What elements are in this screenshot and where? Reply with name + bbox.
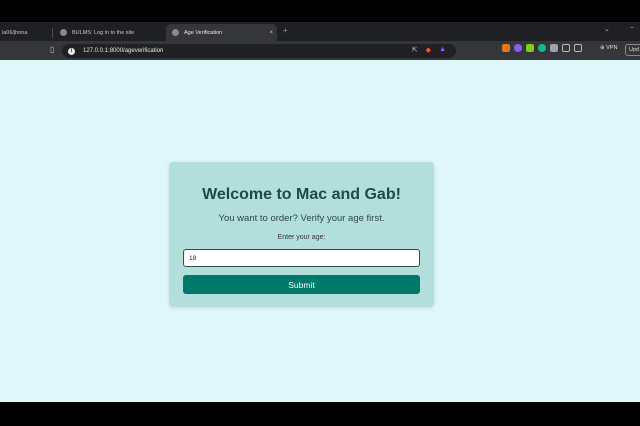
brave-shield-icon[interactable]: ◆ xyxy=(426,46,431,54)
globe-icon xyxy=(172,29,179,36)
page-title: Welcome to Mac and Gab! xyxy=(202,186,401,203)
bookmark-icon[interactable]: ▯ xyxy=(50,45,54,54)
tab-title: Age Verification xyxy=(184,29,223,36)
age-label: Enter your age: xyxy=(277,234,326,241)
update-button[interactable]: Upd xyxy=(625,44,640,56)
metamask-icon[interactable] xyxy=(502,44,510,52)
address-bar-icons: ⇱ ◆ ▲ xyxy=(412,46,446,54)
extension-puzzle-icon[interactable] xyxy=(550,44,558,52)
page-viewport: Welcome to Mac and Gab! You want to orde… xyxy=(0,60,640,402)
age-input[interactable] xyxy=(183,249,420,267)
tab-title: ia06/jhona xyxy=(2,29,28,36)
extension-leaf-icon[interactable] xyxy=(526,44,534,52)
screen: ia06/jhona BULMS: Log in to the site Age… xyxy=(0,0,640,426)
share-icon[interactable]: ⇱ xyxy=(412,46,418,54)
sidebar-icon[interactable] xyxy=(562,44,570,52)
tab-separator xyxy=(52,28,53,38)
minimize-icon[interactable]: − xyxy=(630,25,634,33)
tab-title: BULMS: Log in to the site xyxy=(72,29,135,36)
address-bar[interactable]: i 127.0.0.1:8000/ageverification ⇱ ◆ ▲ xyxy=(62,44,456,58)
extension-icon[interactable] xyxy=(514,44,522,52)
site-favicon-icon xyxy=(60,29,67,36)
tab-close-icon[interactable]: × xyxy=(269,30,273,36)
tab-github[interactable]: ia06/jhona xyxy=(0,24,48,41)
tab-bar: ia06/jhona BULMS: Log in to the site Age… xyxy=(0,22,640,41)
submit-button[interactable]: Submit xyxy=(183,275,420,294)
page-subtitle: You want to order? Verify your age first… xyxy=(218,213,385,224)
new-tab-button[interactable]: + xyxy=(283,26,288,35)
vpn-label: VPN xyxy=(606,45,618,51)
site-info-icon[interactable]: i xyxy=(68,47,75,55)
vpn-button[interactable]: ⊕ VPN xyxy=(600,45,617,51)
age-verification-card: Welcome to Mac and Gab! You want to orde… xyxy=(169,162,434,307)
tab-search-icon[interactable]: ⌄ xyxy=(604,25,610,33)
browser-toolbar: ▯ i 127.0.0.1:8000/ageverification ⇱ ◆ ▲… xyxy=(0,41,640,60)
brave-rewards-icon[interactable]: ▲ xyxy=(439,46,446,54)
grammarly-icon[interactable] xyxy=(538,44,546,52)
window-controls: ⌄ − xyxy=(604,25,634,33)
address-url[interactable]: 127.0.0.1:8000/ageverification xyxy=(83,48,163,54)
extensions-area xyxy=(502,44,582,52)
wallet-icon[interactable] xyxy=(574,44,582,52)
tab-bulms[interactable]: BULMS: Log in to the site xyxy=(56,24,161,41)
tab-age-verification[interactable]: Age Verification × xyxy=(166,24,277,41)
